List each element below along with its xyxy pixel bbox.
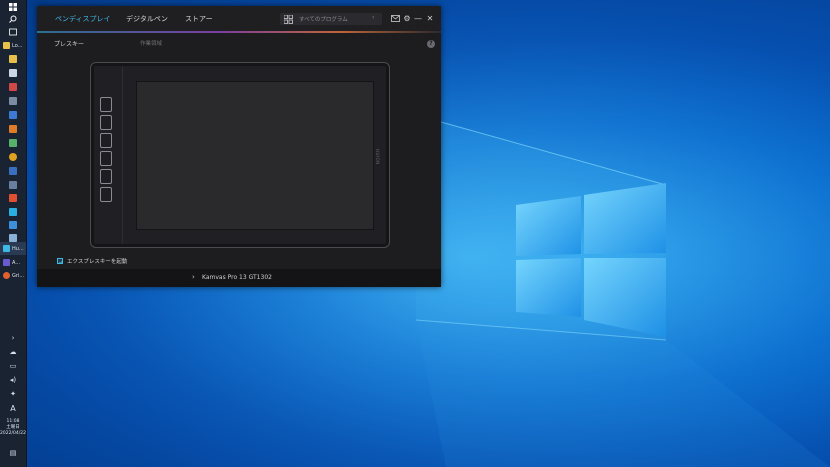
huion-driver-window: ペンディスプレイ デジタルペン ストアー すべてのプログラム ‹ ⚙ — ✕ プ… — [37, 6, 441, 287]
network-button[interactable]: ▭ — [0, 362, 26, 370]
titlebar-accent-line — [37, 31, 441, 33]
settings-button[interactable]: ⚙ — [402, 14, 412, 24]
onedrive-button[interactable]: ☁ — [0, 348, 26, 356]
taskbar-app-2[interactable]: Hu... — [0, 242, 26, 255]
chrome-icon — [9, 153, 17, 161]
express-keys-checkbox[interactable] — [57, 258, 63, 264]
mail-button[interactable] — [390, 14, 400, 24]
cloud-icon: ☁ — [9, 348, 17, 356]
taskbar-pin-1[interactable] — [0, 53, 26, 65]
pen-settings-icon: ✦ — [10, 390, 16, 398]
ime-indicator[interactable]: A — [0, 404, 26, 413]
tablet-brand-label: HUION — [375, 149, 380, 165]
tablet-bezel-divider — [122, 67, 123, 243]
display-icon — [9, 234, 17, 242]
taskbar-pin-5[interactable] — [0, 109, 26, 121]
edge-icon — [9, 208, 17, 216]
clock[interactable]: 11:08 土曜日 2022/04/22 — [0, 419, 26, 437]
minimize-icon: — — [414, 14, 422, 23]
taskbar-app-label: Gri... — [12, 272, 25, 279]
taskbar-pin-11[interactable] — [0, 192, 26, 204]
app-grid-icon[interactable] — [284, 15, 293, 24]
close-icon: ✕ — [426, 14, 434, 23]
task-view-icon — [9, 28, 17, 36]
tab-store[interactable]: ストアー — [185, 14, 213, 24]
mail-icon — [9, 83, 17, 91]
taskbar-pin-8[interactable] — [0, 151, 26, 163]
huion-icon — [3, 245, 10, 252]
photos-icon — [9, 111, 17, 119]
press-key-4[interactable] — [100, 151, 112, 166]
press-key-2[interactable] — [100, 115, 112, 130]
chevron-right-icon[interactable]: › — [192, 273, 195, 281]
app-icon — [3, 259, 10, 266]
taskbar-app-label: Hu... — [12, 245, 24, 252]
press-key-5[interactable] — [100, 169, 112, 184]
taskbar-app-label: A... — [12, 259, 21, 266]
device-footer[interactable]: › Kamvas Pro 13 GT1302 — [37, 269, 441, 287]
pen-tray-button[interactable]: ✦ — [0, 390, 26, 398]
section-title-press-keys[interactable]: プレスキー — [54, 39, 84, 48]
notification-icon: ▤ — [9, 449, 17, 457]
start-button[interactable] — [0, 1, 26, 13]
taskbar-app-label: Lo... — [12, 42, 23, 49]
taskbar-pin-4[interactable] — [0, 95, 26, 107]
office-icon — [9, 194, 17, 202]
store-icon — [9, 69, 17, 77]
terminal-icon — [9, 181, 17, 189]
help-icon[interactable]: ? — [427, 40, 435, 48]
gear-icon: ⚙ — [403, 14, 411, 23]
section-header: プレスキー 作業領域 ? — [37, 36, 441, 52]
taskbar-app-1[interactable]: Lo... — [0, 39, 26, 52]
tab-digital-pen[interactable]: デジタルペン — [126, 14, 168, 24]
taskbar-pin-7[interactable] — [0, 137, 26, 149]
taskbar-pin-3[interactable] — [0, 81, 26, 93]
press-key-1[interactable] — [100, 97, 112, 112]
taskbar-pin-12[interactable] — [0, 206, 26, 218]
tray-expand-button[interactable]: › — [0, 334, 26, 342]
file-explorer-icon — [9, 55, 17, 63]
network-icon: ▭ — [9, 362, 17, 370]
task-view-button[interactable] — [0, 26, 26, 38]
tablet-screen — [136, 81, 374, 230]
paint-icon — [9, 125, 17, 133]
press-key-6[interactable] — [100, 187, 112, 202]
folder-icon — [3, 42, 10, 49]
section-title-work-area[interactable]: 作業領域 — [140, 39, 162, 47]
clock-date: 2022/04/22 — [0, 431, 26, 436]
device-name: Kamvas Pro 13 GT1302 — [202, 274, 272, 281]
word-icon — [9, 167, 17, 175]
taskbar: Lo... Hu... A... Gri... › ☁ ▭ ◂) ✦ A 11:… — [0, 0, 27, 467]
settings-icon — [9, 139, 17, 147]
taskbar-app-3[interactable]: A... — [0, 256, 26, 269]
checkmark-icon — [58, 259, 63, 264]
close-button[interactable]: ✕ — [425, 14, 435, 24]
tablet-diagram: HUION — [90, 62, 390, 248]
windows-start-icon — [9, 3, 17, 11]
express-keys-label: エクスプレスキーを起動 — [67, 259, 128, 265]
ime-label: A — [10, 404, 16, 413]
remote-desktop-icon — [9, 221, 17, 229]
taskbar-pin-9[interactable] — [0, 165, 26, 177]
app-icon — [3, 272, 10, 279]
chevron-left-icon[interactable]: ‹ — [372, 14, 374, 21]
calculator-icon — [9, 97, 17, 105]
tab-pen-display[interactable]: ペンディスプレイ — [55, 14, 111, 24]
speaker-icon: ◂) — [9, 376, 17, 384]
taskbar-app-4[interactable]: Gri... — [0, 269, 26, 282]
taskbar-pin-10[interactable] — [0, 179, 26, 191]
chevron-right-icon: › — [11, 334, 15, 342]
taskbar-pin-2[interactable] — [0, 67, 26, 79]
search-button[interactable] — [0, 13, 26, 25]
press-key-3[interactable] — [100, 133, 112, 148]
minimize-button[interactable]: — — [413, 14, 423, 24]
taskbar-pin-13[interactable] — [0, 219, 26, 231]
mail-icon — [390, 15, 400, 22]
volume-button[interactable]: ◂) — [0, 376, 26, 384]
search-icon — [9, 15, 17, 23]
taskbar-pin-6[interactable] — [0, 123, 26, 135]
titlebar: ペンディスプレイ デジタルペン ストアー すべてのプログラム ‹ ⚙ — ✕ — [37, 6, 441, 31]
program-search-placeholder[interactable]: すべてのプログラム — [299, 15, 348, 23]
action-center-button[interactable]: ▤ — [0, 449, 26, 457]
